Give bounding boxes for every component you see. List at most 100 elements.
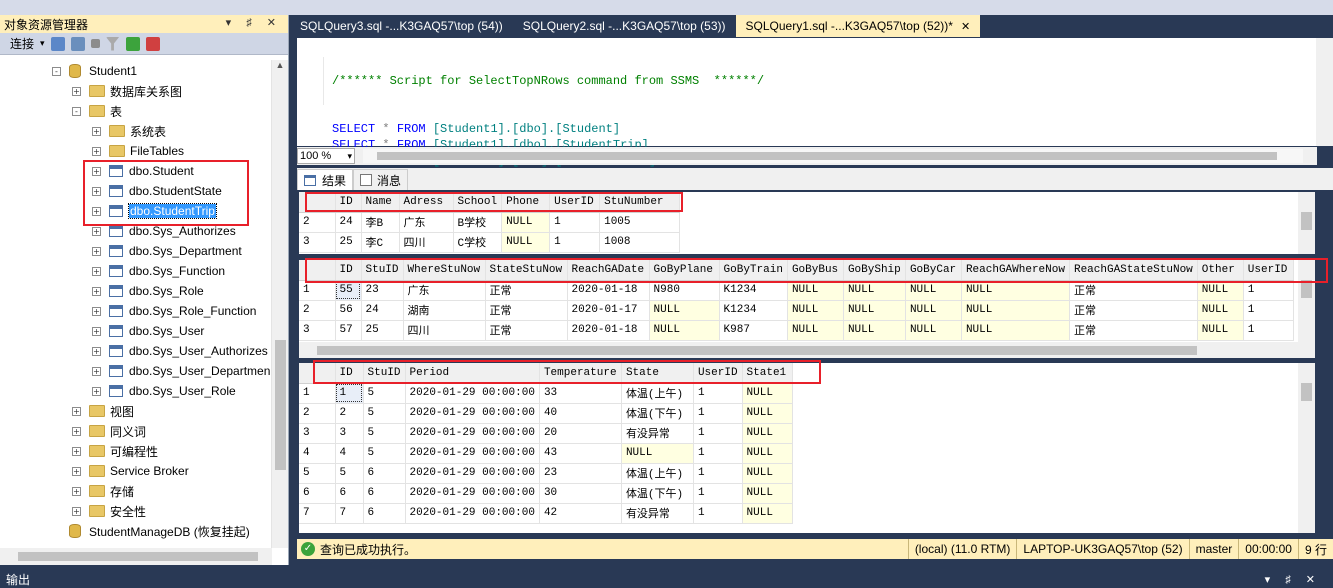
expand-icon[interactable]: + — [92, 346, 101, 356]
table-row[interactable]: 5 5 6 2020-01-29 00:00:00 23 体温(上午) 1 NULL — [299, 463, 793, 484]
grid-cell[interactable]: 42 — [539, 503, 622, 524]
table-row[interactable]: 2 56 24 湖南 正常 2020-01-17 NULL K1234 NULL NULL NULL… — [299, 300, 1294, 321]
grid-cell[interactable]: 有没异常 — [621, 423, 694, 444]
tree-node[interactable]: + 视图 — [72, 402, 134, 420]
column-header[interactable]: UserID — [1243, 260, 1294, 281]
expand-icon[interactable]: + — [72, 486, 81, 496]
grid-cell[interactable]: NULL — [742, 423, 793, 444]
tree-node[interactable]: + dbo.Sys_Department — [92, 242, 242, 260]
grid-cell[interactable]: 1 — [693, 443, 743, 464]
tree-node[interactable]: + dbo.Sys_Role — [92, 282, 204, 300]
query-editor[interactable]: /****** Script for SelectTopNRows comman… — [297, 38, 1333, 168]
grid-cell[interactable]: 6 — [363, 503, 406, 524]
column-header[interactable]: Other — [1197, 260, 1244, 281]
scrollbar-thumb[interactable] — [1301, 280, 1312, 298]
tree-vertical-scrollbar[interactable]: ▲ — [271, 60, 288, 548]
grid-cell[interactable]: 李C — [361, 232, 400, 253]
column-header[interactable]: ID — [335, 260, 362, 281]
scrollbar-thumb[interactable] — [377, 152, 1277, 160]
grid-cell[interactable]: 正常 — [485, 320, 568, 341]
grid-cell[interactable]: NULL — [742, 463, 793, 484]
grid-cell[interactable]: 2020-01-17 — [567, 300, 650, 321]
grid-cell[interactable]: 6 — [363, 483, 406, 504]
scrollbar-thumb[interactable] — [317, 346, 1197, 355]
grid-cell[interactable]: 43 — [539, 443, 622, 464]
grid-cell[interactable]: N980 — [649, 280, 720, 301]
grid-cell[interactable]: 6 — [335, 483, 364, 504]
grid-cell[interactable]: 1 — [693, 463, 743, 484]
expand-icon[interactable]: + — [92, 266, 101, 276]
grid-cell[interactable]: NULL — [1197, 300, 1244, 321]
grid-cell[interactable]: 四川 — [399, 232, 454, 253]
grid-cell[interactable]: NULL — [787, 300, 844, 321]
grid-cell[interactable]: 1 — [1243, 280, 1294, 301]
result-grid-student[interactable]: ID Name Adress School Phone UserID StuNumber 2 2… — [299, 192, 1315, 254]
column-header[interactable]: State — [621, 363, 694, 384]
window-controls-icon[interactable]: ▾ ♯ ✕ — [226, 16, 282, 29]
table-row[interactable]: 3 25 李C 四川 C学校 NULL 1 1008 — [299, 232, 681, 253]
grid-cell[interactable]: 2020-01-18 — [567, 320, 650, 341]
grid-cell[interactable]: NULL — [787, 280, 844, 301]
column-header[interactable]: UserID — [549, 192, 601, 213]
grid-cell[interactable]: NULL — [649, 300, 720, 321]
grid-cell[interactable]: 57 — [335, 320, 362, 341]
zoom-select[interactable]: 100 % ▾ — [297, 148, 355, 164]
grid-cell[interactable]: 1 — [335, 383, 364, 404]
grid-cell[interactable]: NULL — [905, 280, 962, 301]
grid-horizontal-scrollbar[interactable] — [299, 342, 1315, 358]
expand-icon[interactable]: + — [92, 186, 101, 196]
column-header[interactable]: GoByPlane — [649, 260, 720, 281]
grid-cell[interactable]: 1 — [693, 383, 743, 404]
tree-node[interactable]: + dbo.Student — [92, 162, 194, 180]
tree-node[interactable]: + 同义词 — [72, 422, 146, 440]
grid-cell[interactable]: 2020-01-29 00:00:00 — [405, 443, 540, 464]
grid-vertical-scrollbar[interactable] — [1298, 363, 1315, 533]
grid-cell[interactable]: NULL — [742, 443, 793, 464]
grid-cell[interactable]: 55 — [335, 280, 362, 301]
expand-icon[interactable]: + — [92, 166, 101, 176]
table-row[interactable]: 6 6 6 2020-01-29 00:00:00 30 体温(下午) 1 NULL — [299, 483, 793, 504]
grid-cell[interactable]: 7 — [335, 503, 364, 524]
grid-cell[interactable]: 正常 — [1069, 300, 1198, 321]
column-header[interactable]: ID — [335, 192, 362, 213]
grid-cell[interactable]: 广东 — [399, 212, 454, 233]
grid-cell[interactable]: K987 — [719, 320, 788, 341]
grid-cell[interactable]: 湖南 — [403, 300, 486, 321]
tree-horizontal-scrollbar[interactable] — [0, 548, 272, 565]
grid-cell[interactable]: 1 — [1243, 320, 1294, 341]
grid-cell[interactable]: 6 — [363, 463, 406, 484]
grid-cell[interactable]: 25 — [361, 320, 404, 341]
column-header[interactable]: WhereStuNow — [403, 260, 486, 281]
grid-cell[interactable]: NULL — [621, 443, 694, 464]
grid-cell[interactable]: 体温(下午) — [621, 483, 694, 504]
grid-cell[interactable]: 40 — [539, 403, 622, 424]
expand-icon[interactable]: + — [92, 206, 101, 216]
scrollbar-thumb[interactable] — [275, 340, 286, 470]
tab-results[interactable]: 结果 — [297, 169, 354, 190]
grid-cell[interactable]: 5 — [363, 403, 406, 424]
grid-cell[interactable]: 24 — [335, 212, 362, 233]
grid-cell[interactable]: NULL — [787, 320, 844, 341]
grid-cell[interactable]: 正常 — [1069, 280, 1198, 301]
grid-cell[interactable]: 正常 — [1069, 320, 1198, 341]
grid-cell[interactable]: 正常 — [485, 280, 568, 301]
grid-cell[interactable]: NULL — [742, 483, 793, 504]
grid-vertical-scrollbar[interactable] — [1298, 192, 1315, 254]
tree-node[interactable]: -表 — [72, 102, 122, 120]
tree-node[interactable]: + Service Broker — [72, 462, 189, 480]
expand-icon[interactable]: + — [72, 446, 81, 456]
window-controls-icon[interactable]: ▾ ♯ ✕ — [1265, 573, 1321, 586]
column-header[interactable]: Name — [361, 192, 400, 213]
column-header[interactable]: StateStuNow — [485, 260, 568, 281]
grid-cell[interactable]: 3 — [335, 423, 364, 444]
grid-cell[interactable]: NULL — [905, 320, 962, 341]
close-icon[interactable]: ✕ — [961, 20, 970, 33]
grid-cell[interactable]: NULL — [501, 232, 551, 253]
grid-cell[interactable]: NULL — [742, 403, 793, 424]
grid-cell[interactable]: 1 — [693, 423, 743, 444]
grid-cell[interactable]: NULL — [843, 280, 906, 301]
expand-icon[interactable]: + — [92, 146, 101, 156]
grid-cell[interactable]: 1 — [1243, 300, 1294, 321]
grid-cell[interactable]: 李B — [361, 212, 400, 233]
grid-cell[interactable]: 2020-01-29 00:00:00 — [405, 423, 540, 444]
